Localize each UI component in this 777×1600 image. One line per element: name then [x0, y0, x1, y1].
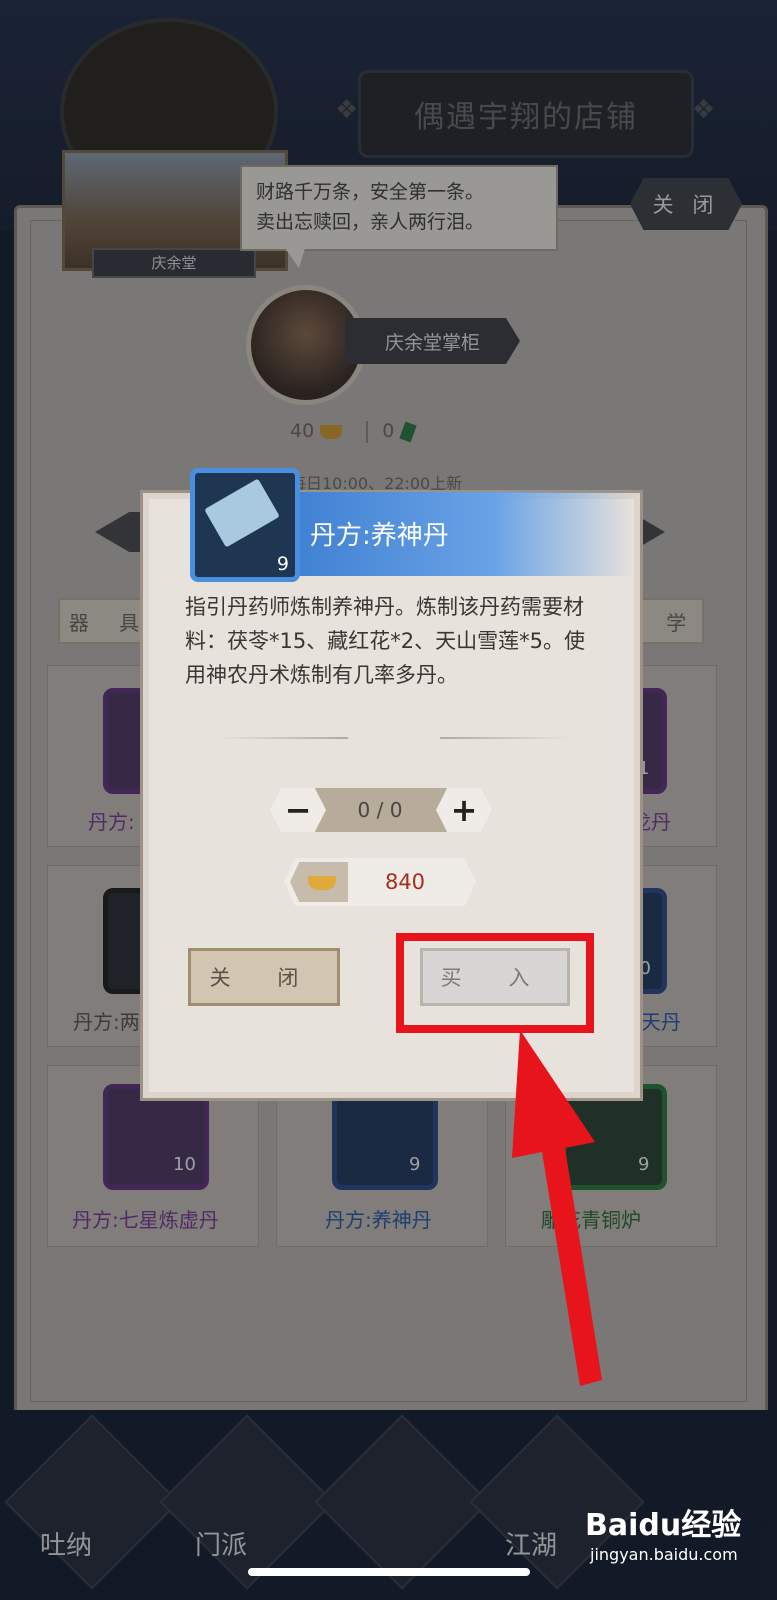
watermark-url: jingyan.baidu.com: [590, 1545, 738, 1564]
baidu-watermark: Baidu经验: [585, 1508, 742, 1543]
divider-right: [440, 737, 570, 739]
item-description: 指引丹药师炼制养神丹。炼制该丹药需要材料：茯苓*15、藏红花*2、天山雪莲*5。…: [185, 595, 585, 687]
divider-left: [218, 737, 348, 739]
buy-button-highlight-box: [396, 933, 594, 1033]
pointer-arrow-icon: [512, 1030, 602, 1386]
dialog-title: 丹方:养神丹: [310, 521, 449, 551]
gold-ingot-icon: [308, 876, 336, 890]
price-value: 840: [384, 870, 426, 894]
decrease-quantity-button[interactable]: −: [270, 788, 326, 832]
increase-quantity-button[interactable]: +: [436, 788, 492, 832]
recipe-scroll-icon: 9: [190, 468, 300, 582]
quantity-value: 0 / 0: [357, 798, 403, 822]
scroll-icon: [204, 478, 280, 548]
close-button[interactable]: 关 闭: [188, 948, 340, 1006]
item-count-badge: 9: [276, 553, 289, 575]
home-indicator[interactable]: [248, 1568, 530, 1576]
